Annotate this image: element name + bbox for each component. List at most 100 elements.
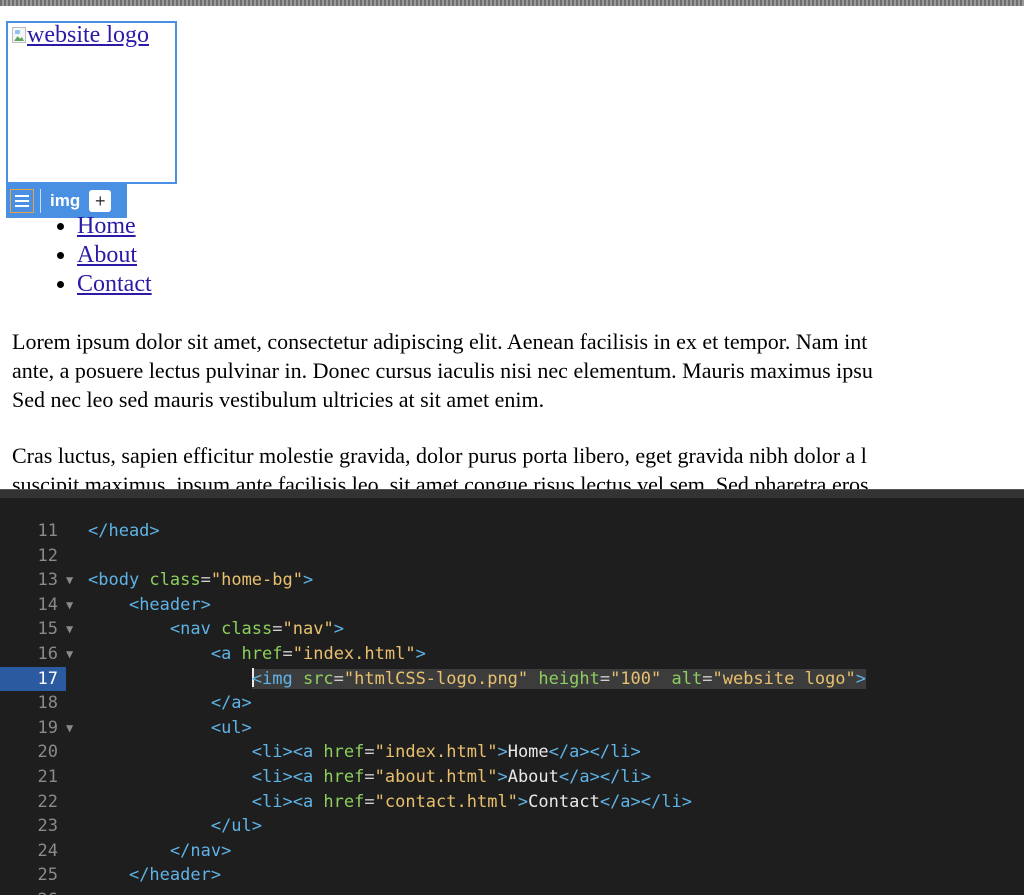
code-token: "index.html" bbox=[374, 742, 498, 763]
code-token: alt bbox=[671, 668, 703, 689]
code-line-13[interactable]: 13 ▼ <body class="home-bg"> bbox=[0, 568, 1024, 593]
line-number: 12 bbox=[37, 545, 58, 566]
line-gutter: 16 bbox=[0, 642, 66, 667]
code-token: > bbox=[302, 570, 314, 591]
code-text: </head> bbox=[88, 519, 160, 544]
code-line-22[interactable]: 22 <li><a href="contact.html">Contact</a… bbox=[0, 790, 1024, 815]
code-token: About bbox=[507, 766, 559, 787]
line-gutter: 25 bbox=[0, 863, 66, 888]
line-number: 11 bbox=[37, 521, 58, 541]
fold-arrow-icon[interactable]: ▼ bbox=[66, 593, 73, 618]
line-number: 24 bbox=[37, 840, 58, 861]
line-gutter: 26 bbox=[0, 888, 66, 895]
code-token: href bbox=[323, 766, 365, 787]
line-number: 22 bbox=[37, 791, 58, 812]
code-lines: 11 </head> 12 13 ▼ <body class="home-bg"> 14 ▼ … bbox=[0, 519, 1024, 895]
code-line-26[interactable]: 26 bbox=[0, 888, 1024, 895]
code-line-20[interactable]: 20 <li><a href="index.html">Home</a></li… bbox=[0, 740, 1024, 765]
line-number: 14 bbox=[37, 594, 58, 615]
code-token: </a> bbox=[210, 693, 252, 714]
line-gutter: 20 bbox=[0, 740, 66, 765]
code-line-15[interactable]: 15 ▼ <nav class="nav"> bbox=[0, 617, 1024, 642]
code-token: </head> bbox=[88, 521, 160, 541]
code-line-19[interactable]: 19 ▼ <ul> bbox=[0, 716, 1024, 741]
fold-arrow-icon[interactable]: ▼ bbox=[66, 568, 73, 593]
code-line-17[interactable]: 17 <img src="htmlCSS-logo.png" height="1… bbox=[0, 666, 1024, 692]
line-number: 16 bbox=[37, 643, 58, 664]
code-token: height bbox=[538, 668, 600, 689]
code-token: > bbox=[517, 791, 529, 812]
line-number: 26 bbox=[38, 888, 58, 895]
code-token: href bbox=[241, 643, 283, 664]
code-token: <li><a bbox=[251, 766, 324, 787]
code-token: = bbox=[364, 742, 375, 763]
code-text: <img src="htmlCSS-logo.png" height="100"… bbox=[88, 667, 867, 692]
code-editor[interactable]: 11 </head> 12 13 ▼ <body class="home-bg"> 14 ▼ … bbox=[0, 489, 1024, 895]
code-token: src bbox=[302, 668, 334, 689]
code-text: <ul> bbox=[88, 716, 252, 741]
line-gutter: 15 bbox=[0, 617, 66, 642]
code-text: <body class="home-bg"> bbox=[88, 568, 313, 593]
code-token: <li><a bbox=[251, 791, 324, 812]
code-line-16[interactable]: 16 ▼ <a href="index.html"> bbox=[0, 642, 1024, 667]
browser-preview: website logo img + Home About Contact Lo… bbox=[0, 0, 1024, 489]
code-token: = bbox=[364, 791, 375, 812]
code-token: "home-bg" bbox=[210, 570, 303, 591]
element-menu-button[interactable] bbox=[10, 189, 34, 213]
code-token: "website logo" bbox=[712, 668, 856, 689]
code-token: > bbox=[497, 766, 508, 787]
code-line-18[interactable]: 18 </a> bbox=[0, 691, 1024, 716]
line-number: 21 bbox=[37, 766, 58, 787]
code-token: = bbox=[282, 643, 293, 664]
code-token: > bbox=[333, 619, 344, 640]
code-token: </header> bbox=[128, 865, 222, 886]
add-element-button[interactable]: + bbox=[89, 190, 112, 212]
code-token: </a></li> bbox=[558, 766, 652, 787]
fold-arrow-icon[interactable]: ▼ bbox=[66, 617, 73, 642]
nav-link-about[interactable]: About bbox=[77, 242, 137, 268]
paragraph-1: Lorem ipsum dolor sit amet, consectetur … bbox=[12, 329, 873, 412]
code-token: = bbox=[364, 766, 375, 787]
hamburger-line bbox=[15, 200, 29, 202]
code-token: <img bbox=[251, 668, 303, 689]
line-number: 13 bbox=[37, 570, 58, 591]
paragraph-2: Cras luctus, sapien efficitur molestie g… bbox=[12, 443, 869, 489]
code-line-23[interactable]: 23 </ul> bbox=[0, 814, 1024, 839]
code-line-24[interactable]: 24 </nav> bbox=[0, 839, 1024, 864]
nav-item-contact: Contact bbox=[77, 270, 152, 299]
line-gutter: 23 bbox=[0, 814, 66, 839]
code-token: > bbox=[855, 668, 867, 689]
code-token: </nav> bbox=[169, 840, 232, 861]
element-selection-highlight bbox=[6, 21, 177, 184]
code-line-21[interactable]: 21 <li><a href="about.html">About</a></l… bbox=[0, 765, 1024, 790]
code-text: </a> bbox=[88, 691, 252, 716]
fold-arrow-icon[interactable]: ▼ bbox=[66, 642, 73, 667]
code-line-12[interactable]: 12 bbox=[0, 544, 1024, 569]
line-gutter: 21 bbox=[0, 765, 66, 790]
code-line-14[interactable]: 14 ▼ <header> bbox=[0, 593, 1024, 618]
code-token: > bbox=[415, 643, 426, 664]
nav-link-contact[interactable]: Contact bbox=[77, 271, 152, 297]
code-token: class bbox=[221, 619, 273, 640]
line-number: 18 bbox=[37, 693, 58, 714]
nav-item-home: Home bbox=[77, 212, 152, 241]
line-number: 25 bbox=[37, 865, 58, 886]
code-token: <a bbox=[210, 643, 242, 664]
code-token: "index.html" bbox=[292, 643, 416, 664]
code-token: = bbox=[599, 668, 611, 689]
code-text: <li><a href="index.html">Home</a></li> bbox=[88, 740, 641, 765]
code-line-11[interactable]: 11 </head> bbox=[0, 519, 1024, 544]
line-number: 17 bbox=[37, 668, 58, 689]
nav-list: Home About Contact bbox=[38, 212, 152, 299]
line-gutter: 18 bbox=[0, 691, 66, 716]
code-token: <body bbox=[88, 570, 150, 591]
code-text: <header> bbox=[88, 593, 211, 618]
nav-link-home[interactable]: Home bbox=[77, 213, 136, 239]
code-token: </a></li> bbox=[548, 742, 641, 763]
code-line-25[interactable]: 25 </header> bbox=[0, 863, 1024, 888]
line-gutter: 24 bbox=[0, 839, 66, 864]
code-token: Home bbox=[507, 742, 549, 763]
fold-arrow-icon[interactable]: ▼ bbox=[66, 716, 73, 741]
code-token: class bbox=[149, 570, 201, 591]
code-token: <ul> bbox=[210, 717, 252, 738]
